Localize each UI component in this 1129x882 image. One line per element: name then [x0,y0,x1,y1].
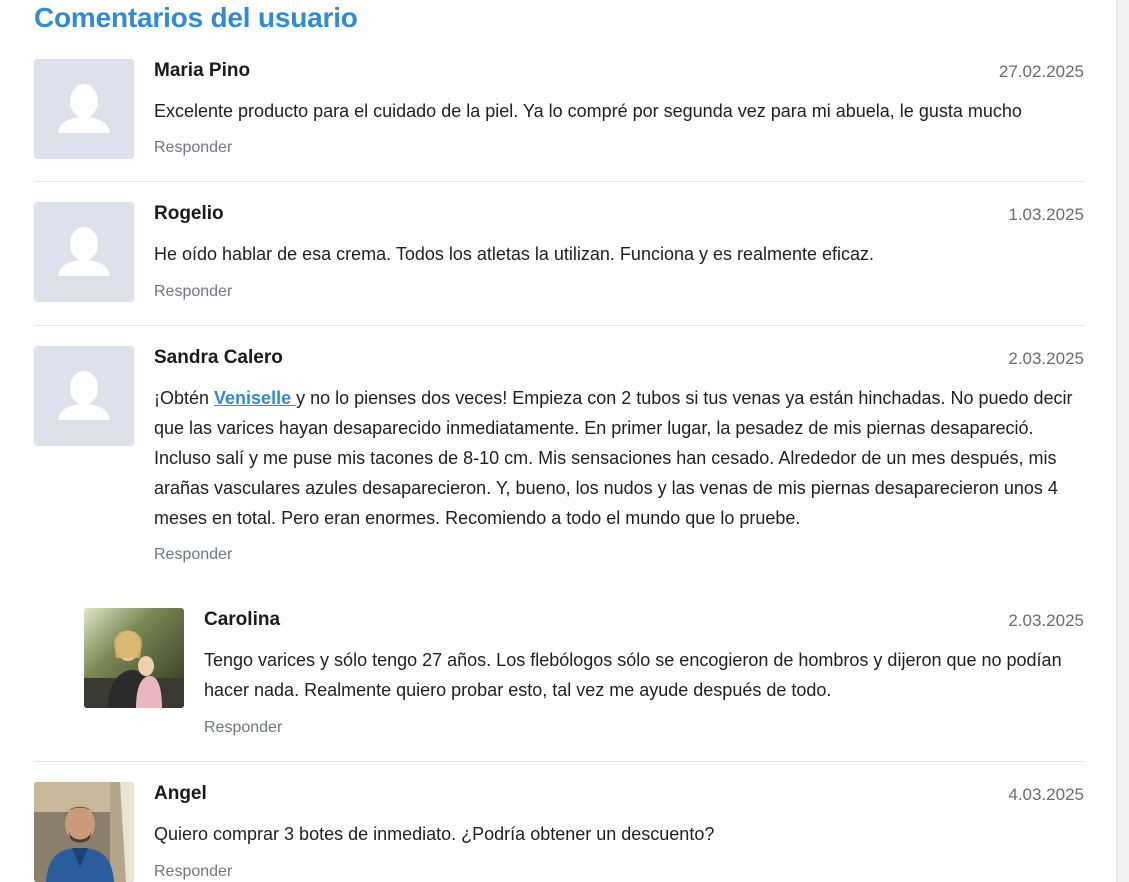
user-photo-avatar [84,608,184,708]
comment-text: Excelente producto para el cuidado de la… [154,101,1022,121]
comment-text-after: y no lo pienses dos veces! Empieza con 2… [154,388,1073,528]
comment-author: Angel [154,783,207,804]
user-silhouette-icon [34,346,134,446]
comment-text: Quiero comprar 3 botes de inmediato. ¿Po… [154,824,715,844]
reply-link[interactable]: Responder [154,282,232,302]
user-placeholder-avatar [34,202,134,302]
reply-comment-item: Carolina 2.03.2025 Tengo varices y sólo … [84,608,1084,743]
comment-item: Rogelio 1.03.2025 He oído hablar de esa … [34,202,1084,322]
reply-link[interactable]: Responder [154,862,232,882]
comment-divider [34,761,1084,762]
comment-item: Angel 4.03.2025 Quiero comprar 3 botes d… [34,782,1084,882]
comment-text-before: ¡Obtén [154,388,215,408]
comment-author: Maria Pino [154,60,251,81]
comment-author: Sandra Calero [154,347,283,368]
comment-text: ¡Obtén Veniselle y no lo pienses dos vec… [154,383,1084,533]
user-photo-avatar [34,782,134,882]
comment-author: Carolina [204,609,281,630]
comment-date: 4.03.2025 [1008,785,1084,804]
user-photo-man [34,782,134,882]
comment-text: Tengo varices y sólo tengo 27 años. Los … [204,650,1062,700]
comment-divider [34,181,1084,182]
user-placeholder-avatar [34,346,134,446]
comment-date: 2.03.2025 [1008,349,1084,368]
comment-date: 27.02.2025 [998,62,1084,81]
reply-link[interactable]: Responder [204,718,282,738]
section-title: Comentarios del usuario [34,2,358,33]
user-silhouette-icon [34,202,134,302]
comment-divider [34,325,1084,326]
comment-item: Sandra Calero 2.03.2025 ¡Obtén Veniselle… [34,346,1084,576]
comment-date: 2.03.2025 [1008,611,1084,630]
user-placeholder-avatar [34,59,134,159]
reply-link[interactable]: Responder [154,545,232,565]
comment-date: 1.03.2025 [1008,205,1084,224]
product-link[interactable]: Veniselle [214,388,296,408]
comment-item: Maria Pino 27.02.2025 Excelente producto… [34,59,1084,179]
user-photo-woman-child [84,608,184,708]
page-scrollbar[interactable] [1116,0,1129,882]
comment-author: Rogelio [154,203,224,224]
reply-link[interactable]: Responder [154,138,232,158]
user-silhouette-icon [34,59,134,159]
comment-text: He oído hablar de esa crema. Todos los a… [154,244,875,264]
